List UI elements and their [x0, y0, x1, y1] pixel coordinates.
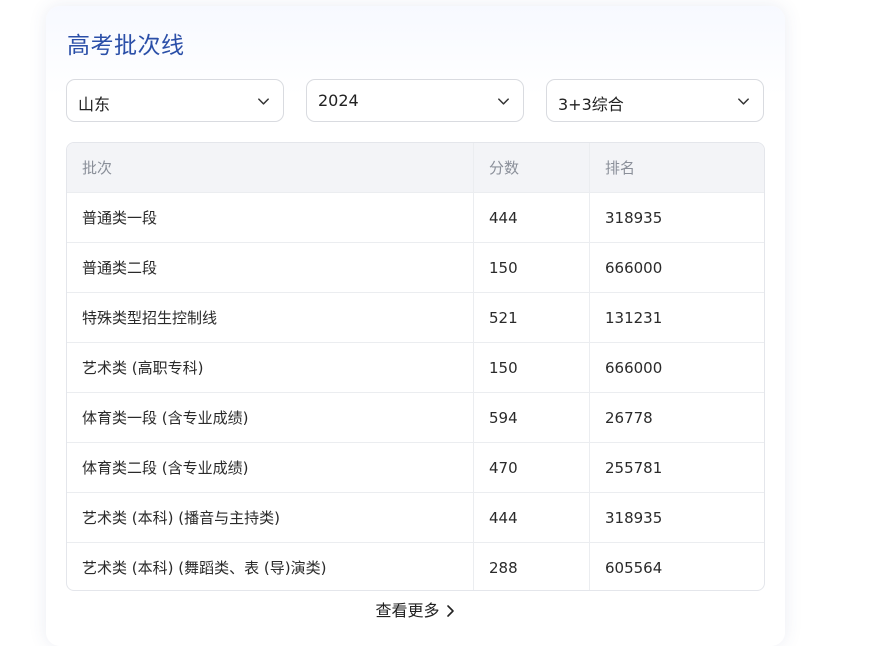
year-select-value: 2024: [318, 91, 359, 110]
column-header-batch: 批次: [67, 143, 474, 193]
chevron-down-icon: [738, 98, 749, 105]
subject-select[interactable]: 3+3综合: [546, 79, 764, 122]
rank-cell: 605564: [589, 542, 764, 590]
score-cell: 150: [473, 242, 590, 293]
batch-line-card: 高考批次线 山东 2024 3+3综合 批次 分数 排名 普通类一段 444 3…: [46, 6, 785, 646]
batch-cell: 体育类一段 (含专业成绩): [67, 392, 474, 443]
batch-cell: 普通类二段: [67, 242, 474, 293]
view-more-label: 查看更多: [375, 601, 440, 620]
batch-line-table: 批次 分数 排名 普通类一段 444 318935 普通类二段 150 6660…: [66, 142, 765, 591]
view-more-link[interactable]: 查看更多: [46, 597, 785, 621]
rank-cell: 26778: [589, 392, 764, 443]
column-header-score: 分数: [473, 143, 590, 193]
batch-cell: 特殊类型招生控制线: [67, 292, 474, 343]
batch-cell: 艺术类 (高职专科): [67, 342, 474, 393]
chevron-down-icon: [498, 98, 509, 105]
score-cell: 444: [473, 192, 590, 243]
score-cell: 594: [473, 392, 590, 443]
page-title: 高考批次线: [67, 33, 185, 59]
rank-cell: 131231: [589, 292, 764, 343]
table-row: 体育类一段 (含专业成绩) 594 26778: [67, 392, 764, 443]
table-row: 体育类二段 (含专业成绩) 470 255781: [67, 442, 764, 493]
table-row: 艺术类 (高职专科) 150 666000: [67, 342, 764, 393]
subject-select-value: 3+3综合: [558, 95, 624, 114]
province-select[interactable]: 山东: [66, 79, 284, 122]
score-cell: 521: [473, 292, 590, 343]
score-cell: 470: [473, 442, 590, 493]
batch-cell: 体育类二段 (含专业成绩): [67, 442, 474, 493]
chevron-down-icon: [258, 98, 269, 105]
score-cell: 288: [473, 542, 590, 590]
table-row: 普通类一段 444 318935: [67, 192, 764, 243]
table-row: 艺术类 (本科) (播音与主持类) 444 318935: [67, 492, 764, 543]
batch-cell: 艺术类 (本科) (舞蹈类、表 (导)演类): [82, 559, 327, 577]
rank-cell: 666000: [589, 242, 764, 293]
column-header-rank: 排名: [589, 143, 764, 193]
chevron-right-icon: [446, 605, 454, 617]
rank-cell: 255781: [589, 442, 764, 493]
score-cell: 150: [473, 342, 590, 393]
year-select[interactable]: 2024: [306, 79, 524, 122]
batch-cell: 普通类一段: [67, 192, 474, 243]
province-select-value: 山东: [78, 95, 111, 114]
rank-cell: 666000: [589, 342, 764, 393]
table-row: 普通类二段 150 666000: [67, 242, 764, 293]
table-header-row: 批次 分数 排名: [67, 143, 764, 193]
batch-cell: 艺术类 (本科) (播音与主持类): [67, 492, 474, 543]
table-row: 艺术类 (本科) (舞蹈类、表 (导)演类) 288 605564: [67, 542, 764, 590]
table-row: 特殊类型招生控制线 521 131231: [67, 292, 764, 343]
rank-cell: 318935: [589, 192, 764, 243]
score-cell: 444: [473, 492, 590, 543]
rank-cell: 318935: [589, 492, 764, 543]
